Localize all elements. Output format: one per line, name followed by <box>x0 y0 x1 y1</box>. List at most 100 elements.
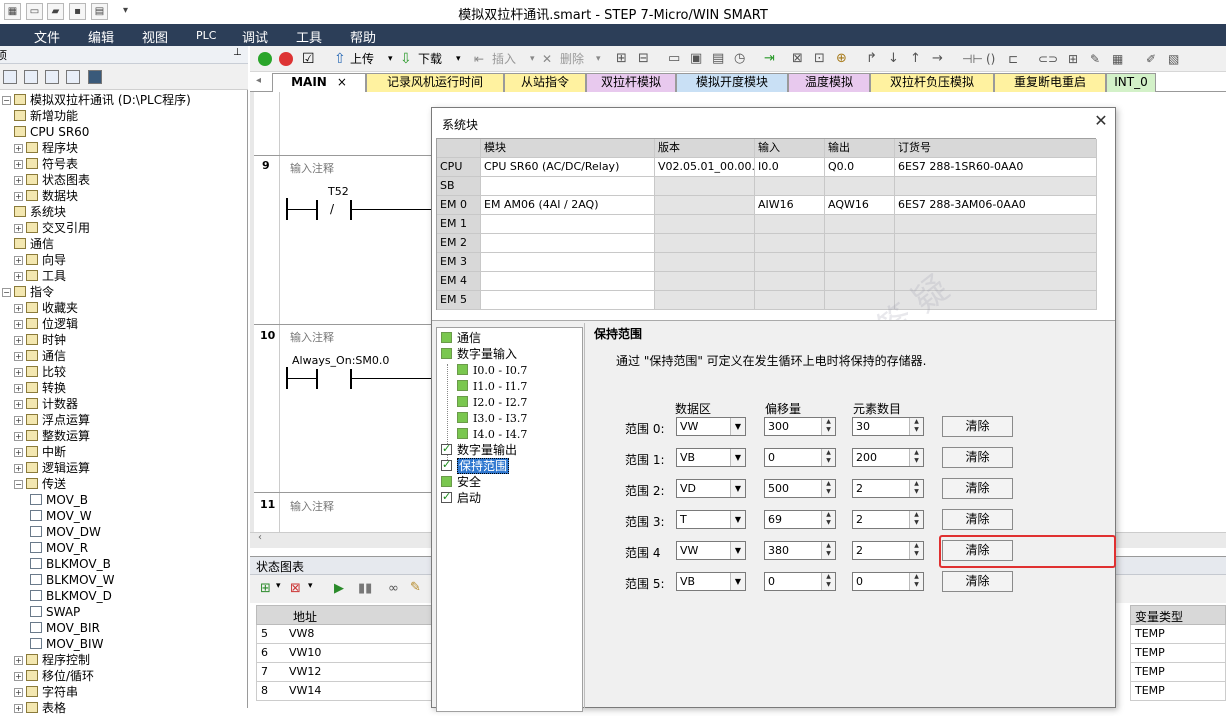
grid-icon[interactable]: ⊟ <box>638 50 649 68</box>
count-input[interactable]: 200 ▲ ▼ <box>852 448 924 467</box>
expand-icon[interactable]: + <box>14 688 23 697</box>
coil-icon[interactable]: () <box>986 50 995 68</box>
delete-row-dropdown-icon[interactable]: ▾ <box>308 581 313 591</box>
module-output-cell[interactable] <box>825 177 895 196</box>
module-output-cell[interactable] <box>825 272 895 291</box>
nav-item-7[interactable]: 数字量输出 <box>441 441 517 458</box>
expand-icon[interactable]: + <box>14 336 23 345</box>
expand-icon[interactable]: + <box>14 176 23 185</box>
table-row[interactable]: 8 VW14 <box>256 682 432 701</box>
module-order-cell[interactable]: 6ES7 288-3AM06-0AA0 <box>895 196 1097 215</box>
module-input-cell[interactable]: I0.0 <box>755 158 825 177</box>
module-module-cell[interactable] <box>481 177 655 196</box>
stack-icon[interactable]: ▤ <box>712 50 724 68</box>
unlock-icon[interactable]: ⊡ <box>814 50 825 68</box>
count-input[interactable]: 2 ▲ ▼ <box>852 479 924 498</box>
bookmark-icon[interactable]: ⊕ <box>836 50 847 68</box>
clear-button[interactable]: 清除 <box>942 571 1013 592</box>
module-input-cell[interactable] <box>755 253 825 272</box>
nav-item-8[interactable]: 保持范围 <box>441 457 510 474</box>
module-order-cell[interactable] <box>895 234 1097 253</box>
scroll-left-icon[interactable]: ‹ <box>258 532 262 543</box>
module-output-cell[interactable]: AQW16 <box>825 196 895 215</box>
tree-item[interactable]: − 传送 <box>14 476 66 492</box>
chevron-down-icon[interactable]: ▼ <box>730 418 745 435</box>
tree-item[interactable]: + 程序块 <box>14 140 78 156</box>
tree-item[interactable]: BLKMOV_D <box>30 588 112 604</box>
chart-start-icon[interactable]: ▶ <box>334 581 344 596</box>
tree-item[interactable]: BLKMOV_W <box>30 572 114 588</box>
expand-icon[interactable]: + <box>14 304 23 313</box>
chevron-down-icon[interactable]: ▼ <box>730 573 745 590</box>
rect-icon[interactable]: ▭ <box>668 50 680 68</box>
menu-help[interactable]: 帮助 <box>350 27 376 46</box>
menu-edit[interactable]: 编辑 <box>88 27 114 46</box>
spinner-icon[interactable]: ▲ ▼ <box>821 542 835 559</box>
expand-icon[interactable]: + <box>14 320 23 329</box>
tree-item[interactable]: + 通信 <box>14 348 66 364</box>
glasses-icon[interactable]: ∞ <box>388 581 399 596</box>
module-module-cell[interactable] <box>481 253 655 272</box>
tree-item[interactable]: + 比较 <box>14 364 66 380</box>
tree-item[interactable]: SWAP <box>30 604 80 620</box>
spinner-icon[interactable]: ▲ ▼ <box>909 542 923 559</box>
tree-item[interactable]: + 转换 <box>14 380 66 396</box>
expand-icon[interactable]: + <box>14 368 23 377</box>
module-input-cell[interactable] <box>755 234 825 253</box>
tree-item[interactable]: + 交叉引用 <box>14 220 90 236</box>
upload-dropdown-icon[interactable]: ▾ <box>388 50 393 68</box>
area-select[interactable]: VB ▼ <box>676 572 746 591</box>
tree-item[interactable]: + 数据块 <box>14 188 78 204</box>
expand-icon[interactable]: + <box>14 192 23 201</box>
module-module-cell[interactable] <box>481 272 655 291</box>
toggle-icon[interactable]: ⊂⊃ <box>1038 50 1058 68</box>
address-cell[interactable]: VW12 <box>289 665 321 678</box>
pencil-icon[interactable]: ✎ <box>410 580 421 595</box>
network-comment[interactable]: 输入注释 <box>290 498 334 514</box>
tree-item[interactable]: MOV_R <box>30 540 88 556</box>
tab-0[interactable]: MAIN × <box>272 73 366 93</box>
tree-item[interactable]: CPU SR60 <box>14 124 89 140</box>
module-version-cell[interactable] <box>655 215 755 234</box>
expand-icon[interactable]: + <box>14 272 23 281</box>
address-cell[interactable]: VW14 <box>289 684 321 697</box>
contact-icon[interactable]: ⊣⊢ <box>962 50 983 68</box>
clock-icon[interactable]: ◷ <box>734 50 745 68</box>
area-select[interactable]: VW ▼ <box>676 417 746 436</box>
lock-icon[interactable]: ⊠ <box>792 50 803 68</box>
add-row-icon[interactable]: ⊞ <box>260 581 271 596</box>
menu-file[interactable]: 文件 <box>34 27 60 46</box>
nav-item-9[interactable]: 安全 <box>441 474 481 490</box>
tree-item[interactable]: + 字符串 <box>14 684 78 700</box>
module-version-cell[interactable]: V02.05.01_00.00... <box>655 158 755 177</box>
module-module-cell[interactable] <box>481 215 655 234</box>
module-module-cell[interactable]: EM AM06 (4AI / 2AQ) <box>481 196 655 215</box>
tree-item[interactable]: + 表格 <box>14 700 66 716</box>
expand-icon[interactable]: + <box>14 352 23 361</box>
table-row[interactable]: 7 VW12 <box>256 663 432 682</box>
delete-dropdown-icon[interactable]: ▾ <box>596 50 601 68</box>
tree-item[interactable]: + 向导 <box>14 252 66 268</box>
tree-item[interactable]: − 模拟双拉杆通讯 (D:\PLC程序) <box>2 92 191 108</box>
module-output-cell[interactable] <box>825 215 895 234</box>
tree-item[interactable]: + 符号表 <box>14 156 78 172</box>
tab-1[interactable]: 记录风机运行时间 <box>366 73 504 92</box>
tree-item[interactable]: + 位逻辑 <box>14 316 78 332</box>
expand-icon[interactable]: + <box>14 432 23 441</box>
module-module-cell[interactable] <box>481 291 655 310</box>
table-row[interactable]: 6 VW10 <box>256 644 432 663</box>
pin-icon[interactable]: ⊥ <box>233 47 242 58</box>
module-version-cell[interactable] <box>655 177 755 196</box>
nav-item-10[interactable]: 启动 <box>441 489 481 506</box>
module-order-cell[interactable]: 6ES7 288-1SR60-0AA0 <box>895 158 1097 177</box>
spinner-icon[interactable]: ▲ ▼ <box>909 511 923 528</box>
expand-icon[interactable]: + <box>14 256 23 265</box>
tree-item[interactable]: − 指令 <box>2 284 54 300</box>
area-select[interactable]: VD ▼ <box>676 479 746 498</box>
spinner-icon[interactable]: ▲ ▼ <box>821 573 835 590</box>
download-dropdown-icon[interactable]: ▾ <box>456 50 461 68</box>
spinner-icon[interactable]: ▲ ▼ <box>821 511 835 528</box>
expand-icon[interactable]: + <box>14 672 23 681</box>
module-input-cell[interactable]: AIW16 <box>755 196 825 215</box>
upload-button[interactable]: 上传 <box>350 50 374 68</box>
